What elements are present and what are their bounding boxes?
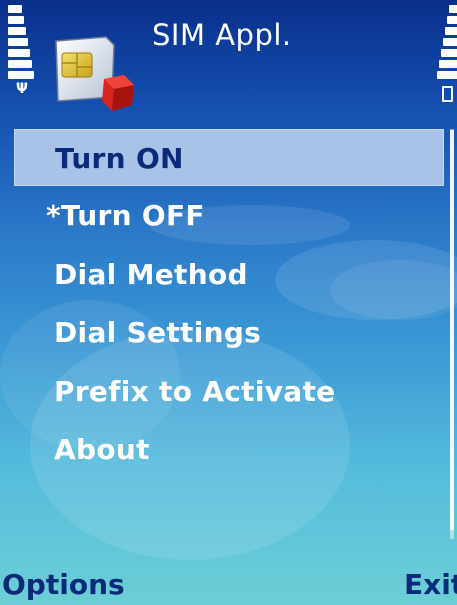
- sim-application-screen: Ψ SIM Appl. Turn ON *Turn OFF Dial Metho…: [0, 0, 457, 605]
- list-item-about[interactable]: About: [14, 421, 444, 478]
- list-item-dial-settings[interactable]: Dial Settings: [14, 304, 444, 361]
- options-softkey[interactable]: Options: [2, 568, 125, 601]
- list-item-label: Turn ON: [55, 142, 184, 175]
- list-item-turn-off[interactable]: *Turn OFF: [14, 187, 444, 244]
- list-item-prefix-to-activate[interactable]: Prefix to Activate: [14, 363, 444, 420]
- page-title: SIM Appl.: [152, 18, 292, 52]
- sim-card-icon: [55, 36, 134, 111]
- battery-icon: [442, 86, 453, 102]
- antenna-icon: Ψ: [16, 81, 28, 97]
- list-item-dial-method[interactable]: Dial Method: [14, 246, 444, 303]
- list-item-turn-on[interactable]: Turn ON: [14, 129, 444, 186]
- list-item-label: About: [54, 433, 150, 466]
- list-item-label: *Turn OFF: [46, 199, 205, 232]
- exit-softkey[interactable]: Exit: [404, 568, 457, 601]
- list-item-label: Dial Method: [54, 258, 248, 291]
- list-item-label: Prefix to Activate: [54, 375, 336, 408]
- list-item-label: Dial Settings: [54, 316, 262, 349]
- scrollbar-thumb[interactable]: [450, 130, 454, 530]
